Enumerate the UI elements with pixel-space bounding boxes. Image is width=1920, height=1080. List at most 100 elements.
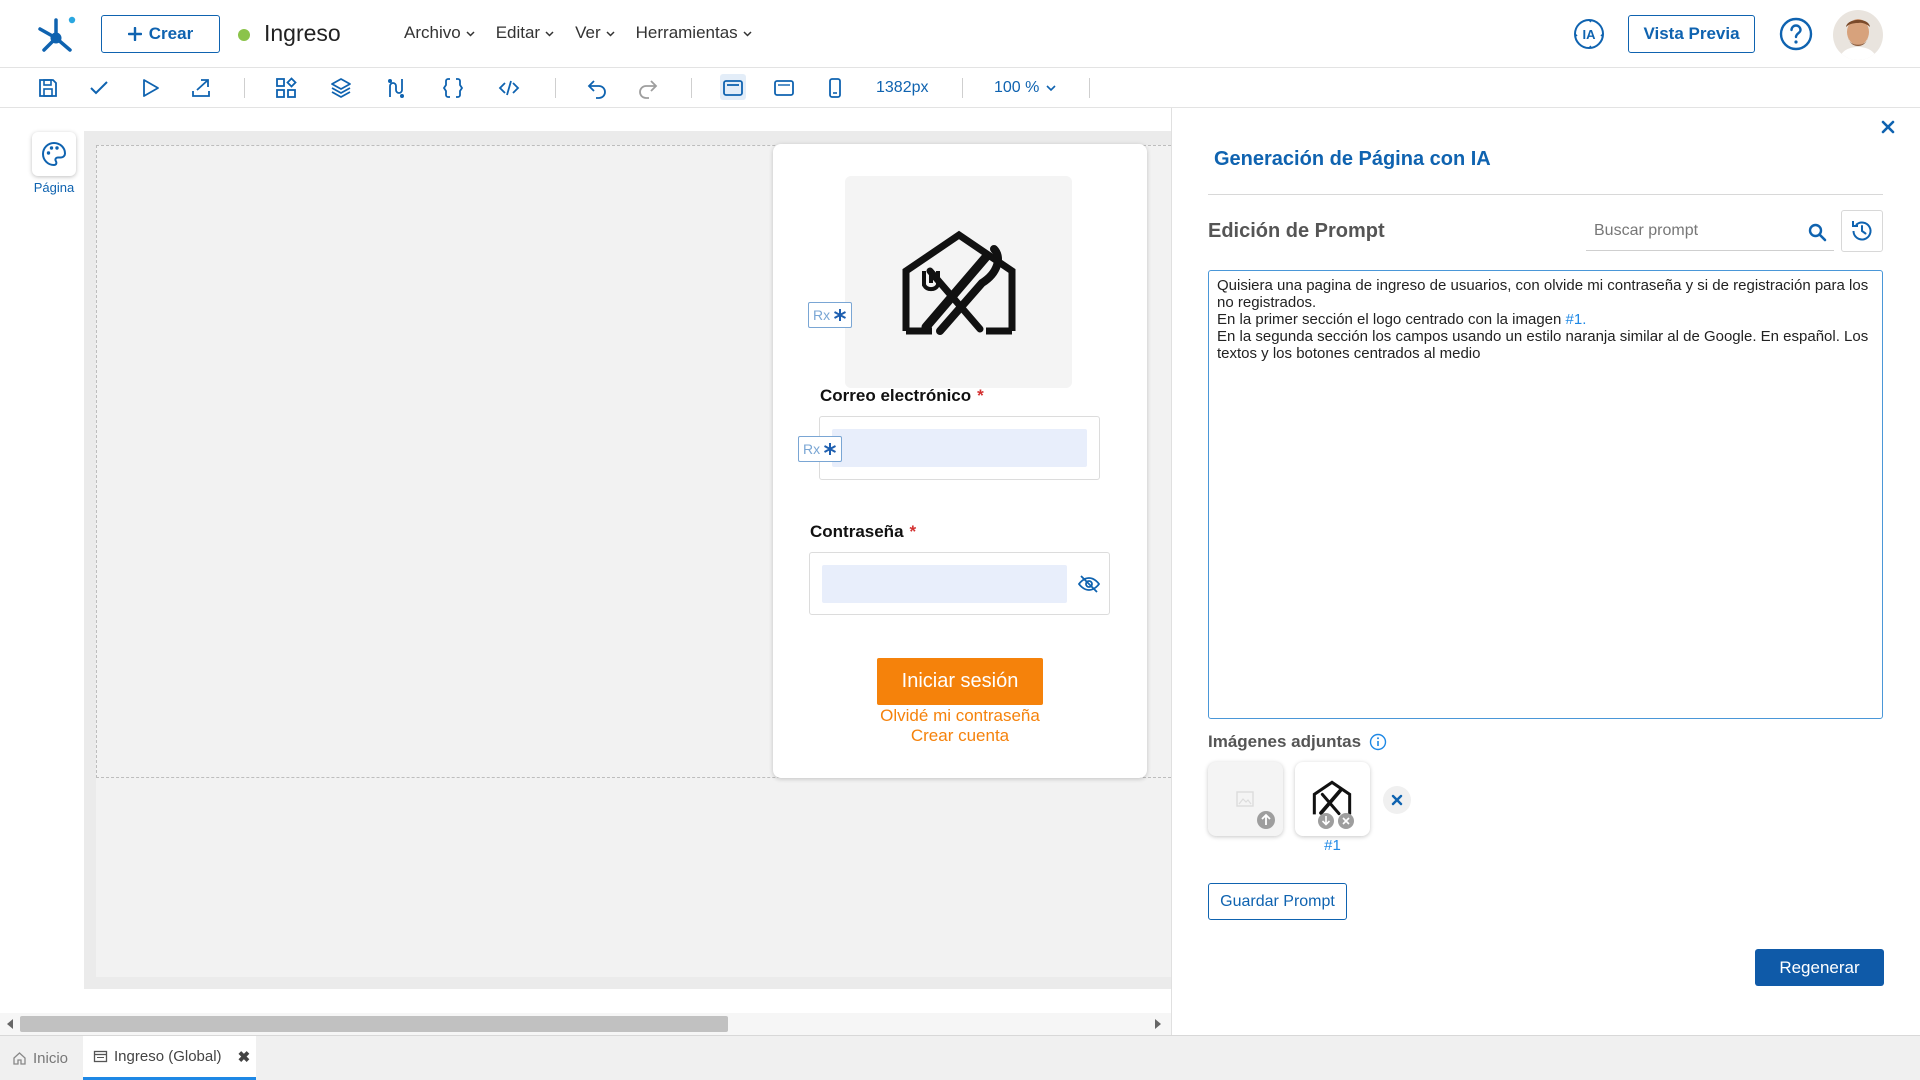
scroll-right-arrow[interactable] bbox=[1155, 1019, 1161, 1029]
email-field[interactable] bbox=[819, 416, 1100, 480]
app-logo-icon[interactable] bbox=[34, 12, 78, 56]
ai-assistant-icon[interactable]: IA bbox=[1571, 16, 1607, 52]
toolbar-divider bbox=[691, 78, 692, 98]
menu-editar[interactable]: Editar bbox=[496, 23, 555, 43]
prompt-history-button[interactable] bbox=[1841, 210, 1883, 252]
flow-icon[interactable] bbox=[384, 76, 408, 100]
page-style-button[interactable] bbox=[32, 132, 76, 176]
desktop-icon[interactable] bbox=[721, 76, 745, 100]
save-icon[interactable] bbox=[36, 76, 60, 100]
password-label: Contraseña * bbox=[810, 522, 916, 542]
toolbar-divider bbox=[244, 78, 245, 98]
zoom-value: 100 % bbox=[994, 79, 1040, 96]
image-reference: #1 bbox=[1565, 311, 1583, 328]
search-icon[interactable] bbox=[1807, 222, 1827, 242]
menu-label: Archivo bbox=[404, 23, 461, 42]
page-icon bbox=[93, 1050, 108, 1063]
code-icon[interactable] bbox=[497, 76, 521, 100]
remove-icon[interactable] bbox=[1337, 812, 1355, 830]
eye-off-icon[interactable] bbox=[1077, 572, 1101, 596]
required-mark: * bbox=[977, 386, 984, 405]
preview-button[interactable]: Vista Previa bbox=[1628, 15, 1755, 53]
layers-icon[interactable] bbox=[329, 76, 353, 100]
rx-label: Rx bbox=[803, 441, 821, 457]
prompt-search-input[interactable] bbox=[1586, 213, 1796, 249]
chevron-down-icon bbox=[743, 30, 752, 37]
chevron-down-icon bbox=[606, 30, 615, 37]
prompt-text: En la primer sección el logo centrado co… bbox=[1217, 311, 1566, 328]
run-icon[interactable] bbox=[138, 76, 162, 100]
attached-image-thumbnail[interactable] bbox=[1295, 762, 1370, 836]
rx-badge[interactable]: Rx bbox=[798, 436, 843, 462]
scrollbar-thumb[interactable] bbox=[20, 1016, 728, 1032]
logo-image[interactable] bbox=[845, 176, 1072, 388]
prompt-line: En la segunda sección los campos usando … bbox=[1217, 328, 1869, 362]
prompt-line: En la primer sección el logo centrado co… bbox=[1217, 311, 1874, 328]
attached-images-label: Imágenes adjuntas bbox=[1208, 732, 1362, 751]
document-title: Ingreso bbox=[264, 20, 341, 46]
panel-title: Generación de Página con IA bbox=[1214, 148, 1491, 170]
close-tab-icon[interactable]: ✖ bbox=[238, 1048, 251, 1066]
login-card[interactable]: Rx Correo electrónico * Rx Contraseña * In… bbox=[773, 144, 1147, 778]
email-input[interactable] bbox=[832, 429, 1087, 467]
prompt-text: . bbox=[1582, 311, 1587, 328]
editor-toolbar: 1382px 100 % bbox=[0, 68, 1920, 108]
left-rail: Página bbox=[0, 108, 84, 1035]
toolbar-divider bbox=[1089, 78, 1090, 98]
publish-icon[interactable] bbox=[189, 76, 213, 100]
prompt-edit-title: Edición de Prompt bbox=[1208, 220, 1385, 242]
tablet-icon[interactable] bbox=[772, 76, 796, 100]
ai-icon-label: IA bbox=[1583, 27, 1597, 42]
prompt-textarea[interactable]: Quisiera una pagina de ingreso de usuari… bbox=[1208, 270, 1883, 719]
status-dot bbox=[238, 29, 250, 41]
scroll-left-arrow[interactable] bbox=[7, 1019, 13, 1029]
toolbar-divider bbox=[555, 78, 556, 98]
image-caption: #1 bbox=[1324, 837, 1341, 854]
plus-icon bbox=[127, 27, 142, 41]
create-button[interactable]: Crear bbox=[101, 15, 220, 53]
regenerate-button[interactable]: Regenerar bbox=[1755, 949, 1884, 986]
forgot-password-link[interactable]: Olvidé mi contraseña bbox=[773, 706, 1147, 726]
create-button-label: Crear bbox=[148, 24, 194, 43]
close-icon[interactable] bbox=[1879, 118, 1897, 136]
image-placeholder-icon bbox=[1236, 791, 1254, 807]
check-icon[interactable] bbox=[87, 76, 111, 100]
image-upload-slot[interactable] bbox=[1208, 762, 1283, 836]
history-icon bbox=[1852, 221, 1872, 241]
user-avatar[interactable] bbox=[1833, 10, 1883, 60]
menu-ver[interactable]: Ver bbox=[575, 23, 616, 43]
tab-document[interactable]: Ingreso (Global) ✖ bbox=[83, 1036, 256, 1080]
braces-icon[interactable] bbox=[441, 76, 465, 100]
save-prompt-button[interactable]: Guardar Prompt bbox=[1208, 883, 1347, 920]
chevron-down-icon bbox=[545, 30, 554, 37]
help-icon[interactable] bbox=[1778, 16, 1814, 52]
login-button[interactable]: Iniciar sesión bbox=[877, 658, 1043, 705]
mobile-icon[interactable] bbox=[823, 76, 847, 100]
asterisk-icon bbox=[834, 309, 847, 321]
undo-icon[interactable] bbox=[585, 76, 609, 100]
tab-document-label: Ingreso (Global) bbox=[114, 1048, 222, 1065]
create-account-link[interactable]: Crear cuenta bbox=[773, 726, 1147, 746]
clear-images-button[interactable] bbox=[1383, 786, 1411, 814]
menu-label: Ver bbox=[575, 23, 601, 42]
menu-label: Editar bbox=[495, 23, 541, 42]
rx-label: Rx bbox=[813, 307, 831, 323]
password-label-text: Contraseña bbox=[810, 522, 904, 541]
canvas-width-value[interactable]: 1382px bbox=[876, 79, 929, 97]
prompt-line: Quisiera una pagina de ingreso de usuari… bbox=[1217, 277, 1869, 311]
redo-icon[interactable] bbox=[636, 76, 660, 100]
download-icon[interactable] bbox=[1317, 812, 1335, 830]
password-input[interactable] bbox=[822, 565, 1067, 603]
components-icon[interactable] bbox=[274, 76, 298, 100]
menu-archivo[interactable]: Archivo bbox=[404, 23, 476, 43]
password-field[interactable] bbox=[809, 552, 1110, 615]
palette-icon bbox=[42, 141, 67, 167]
tab-home[interactable]: Inicio bbox=[12, 1036, 68, 1080]
attached-images-title: Imágenes adjuntas bbox=[1208, 732, 1387, 752]
menu-herramientas[interactable]: Herramientas bbox=[636, 23, 753, 43]
rx-badge[interactable]: Rx bbox=[808, 302, 853, 328]
zoom-select[interactable]: 100 % bbox=[994, 79, 1057, 97]
horizontal-scrollbar[interactable] bbox=[0, 1013, 1171, 1035]
home-icon bbox=[13, 1052, 26, 1065]
info-icon[interactable] bbox=[1369, 733, 1387, 751]
